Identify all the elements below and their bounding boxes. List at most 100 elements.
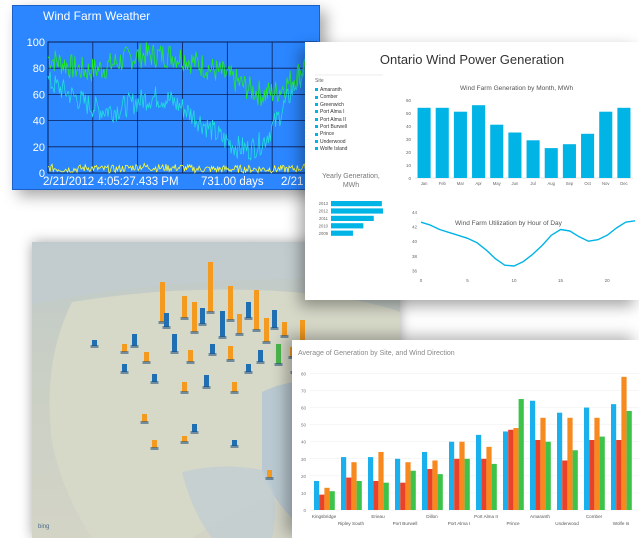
site-bar xyxy=(540,417,546,510)
map-column xyxy=(264,318,269,342)
site-bar xyxy=(329,491,335,510)
map-column-base xyxy=(262,341,271,344)
site-ytick: 60 xyxy=(301,406,307,411)
map-column-base xyxy=(186,361,195,364)
site-bar xyxy=(459,441,465,510)
monthly-xtick: Mar xyxy=(457,181,465,186)
site-bar xyxy=(383,482,389,510)
site-xtick: Dillon xyxy=(426,514,438,519)
map-column xyxy=(258,350,263,362)
map-column xyxy=(237,314,242,334)
map-column xyxy=(208,262,213,312)
monthly-ytick: 60 xyxy=(406,98,412,103)
site-bar xyxy=(427,469,433,510)
site-xtick: Erieau xyxy=(371,514,385,519)
site-bar xyxy=(432,460,438,510)
map-column-base xyxy=(226,319,235,322)
yearly-bar xyxy=(331,215,374,221)
map-column xyxy=(232,382,237,392)
map-column xyxy=(228,346,233,360)
monthly-bar xyxy=(472,105,486,178)
generation-by-site-panel: Average of Generation by Site, and Wind … xyxy=(292,340,639,538)
ontario-charts: 0102030405060Jan Feb Mar Apr May Jun Jul Aug Sep… xyxy=(315,74,636,283)
site-bar xyxy=(314,480,320,510)
monthly-bar xyxy=(544,148,558,178)
map-column-base xyxy=(180,317,189,320)
weather-span: 731.00 days xyxy=(201,176,264,188)
map-column-base xyxy=(274,363,283,366)
yearly-bar xyxy=(331,208,383,214)
utilization-xtick: 10 xyxy=(512,278,518,283)
utilization-ytick: 40 xyxy=(412,239,418,244)
map-column xyxy=(220,311,225,337)
site-bar xyxy=(626,410,632,510)
site-bar xyxy=(449,441,455,510)
map-column xyxy=(132,334,137,346)
monthly-xtick: Apr xyxy=(475,181,482,186)
map-column-base xyxy=(190,431,199,434)
monthly-xtick: Oct xyxy=(584,181,591,186)
map-column xyxy=(188,350,193,362)
map-column xyxy=(152,440,157,448)
weather-chart: 020406080100 xyxy=(27,37,318,180)
map-column-base xyxy=(270,327,279,330)
site-bar xyxy=(351,462,357,510)
map-column xyxy=(254,290,259,330)
map-column xyxy=(228,286,233,320)
map-column-base xyxy=(244,317,253,320)
site-bar xyxy=(476,434,482,510)
map-column-base xyxy=(230,445,239,448)
site-bar xyxy=(557,412,563,510)
utilization-ytick: 36 xyxy=(412,268,418,273)
map-column-base xyxy=(140,421,149,424)
site-bar xyxy=(530,400,536,510)
monthly-bar xyxy=(508,132,522,178)
map-column-base xyxy=(142,361,151,364)
map-column xyxy=(164,313,169,327)
yearly-ytick: 2009 xyxy=(319,231,329,236)
site-bar xyxy=(356,480,362,510)
site-xtick: Ripley South xyxy=(338,521,364,526)
map-column xyxy=(142,414,147,422)
map-column xyxy=(200,308,205,324)
map-column-base xyxy=(150,381,159,384)
site-bar xyxy=(621,376,627,510)
site-bar xyxy=(346,477,352,510)
map-column-base xyxy=(206,311,215,314)
site-ytick: 20 xyxy=(301,474,307,479)
site-xtick: Kingsbridge xyxy=(312,514,337,519)
map-column-base xyxy=(198,323,207,326)
map-column-base xyxy=(90,345,99,348)
site-xtick: Port Alma I xyxy=(448,521,470,526)
map-column-base xyxy=(235,333,244,336)
map-column-base xyxy=(208,353,217,356)
site-xtick: Prince xyxy=(506,521,519,526)
site-bar xyxy=(378,451,384,510)
monthly-bar xyxy=(599,111,613,178)
map-column-base xyxy=(120,371,129,374)
site-bar xyxy=(545,441,551,510)
map-column-base xyxy=(150,447,159,450)
site-bar xyxy=(454,458,460,510)
map-column-base xyxy=(244,371,253,374)
site-bar xyxy=(486,446,492,510)
utilization-ytick: 38 xyxy=(412,254,418,259)
monthly-ytick: 50 xyxy=(406,111,412,116)
weather-right-date: 2/21 xyxy=(281,176,304,188)
site-ytick: 30 xyxy=(301,457,307,462)
utilization-line xyxy=(420,220,636,267)
map-column-base xyxy=(180,391,189,394)
map-column xyxy=(276,344,281,364)
monthly-ytick: 30 xyxy=(406,137,412,142)
site-bar xyxy=(535,440,541,510)
map-column-base xyxy=(256,361,265,364)
map-column xyxy=(192,424,197,432)
monthly-xtick: Aug xyxy=(548,181,556,186)
map-column-base xyxy=(280,335,289,338)
site-bar xyxy=(562,460,568,510)
weather-ytick: 40 xyxy=(33,116,45,128)
site-bar xyxy=(503,431,509,510)
bing-logo: bing xyxy=(38,524,50,530)
site-bar xyxy=(464,458,470,510)
map-column xyxy=(210,344,215,354)
